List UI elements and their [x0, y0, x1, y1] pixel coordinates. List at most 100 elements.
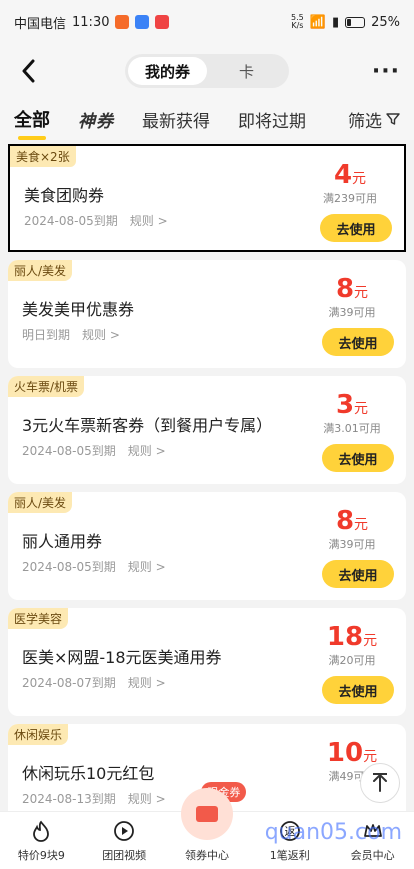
coupon-card[interactable]: 医学美容 医美×网盟-18元医美通用券 2024-08-07到期 规则 > 18…	[8, 608, 406, 716]
use-button[interactable]: 去使用	[322, 444, 394, 472]
use-button[interactable]: 去使用	[322, 328, 394, 356]
coupon-center-icon	[180, 788, 233, 840]
amount: 18	[326, 622, 364, 652]
tab-expiring[interactable]: 即将过期	[238, 107, 306, 132]
condition: 满39可用	[328, 538, 376, 551]
condition: 满3.01可用	[323, 422, 381, 435]
flame-icon	[29, 819, 53, 843]
nav-label: 领券中心	[184, 849, 229, 862]
coupon-meta: 2024-08-13到期 规则 >	[22, 790, 166, 807]
coupon-title: 丽人通用券	[22, 532, 103, 551]
segment-my-coupons[interactable]: 我的券	[128, 57, 207, 85]
clock: 11:30	[72, 14, 110, 30]
segment-cards[interactable]: 卡	[207, 57, 286, 85]
back-to-top-button[interactable]	[360, 763, 400, 803]
nav-item-video[interactable]: 团团视频	[83, 812, 166, 869]
filter-label: 筛选	[348, 111, 382, 132]
expiry-date: 2024-08-05到期	[22, 560, 116, 574]
expiry-date: 2024-08-05到期	[24, 214, 118, 228]
condition: 满20可用	[328, 654, 376, 667]
app-icon	[135, 15, 150, 29]
coupon-title: 休闲玩乐10元红包	[22, 764, 155, 783]
nav-label: 团团视频	[102, 849, 147, 862]
coupon-meta: 2024-08-07到期 规则 >	[22, 674, 166, 691]
amount: 3	[335, 390, 355, 420]
nav-item-deals[interactable]: 特价9块9	[0, 812, 83, 869]
category-tag: 休闲娱乐	[8, 724, 69, 745]
amount: 8	[335, 506, 355, 536]
condition: 满39可用	[328, 306, 376, 319]
funnel-icon	[386, 113, 400, 125]
nav-label: 1笔返利	[269, 849, 310, 862]
category-tag: 医学美容	[8, 608, 69, 629]
coupon-list: 美食×2张 美食团购券 2024-08-05到期 规则 > 4元 满239可用 …	[0, 140, 414, 832]
network-speed: 5.5 K/s	[291, 13, 304, 30]
amount: 10	[326, 738, 364, 768]
coupon-meta: 明日到期 规则 >	[22, 326, 120, 343]
coupon-price: 3元 满3.01可用	[312, 390, 392, 436]
back-button[interactable]	[14, 56, 44, 86]
rules-link[interactable]: 规则 >	[128, 558, 166, 575]
use-button[interactable]: 去使用	[322, 560, 394, 588]
segment-control: 我的券 卡	[125, 54, 289, 88]
unit: 元	[354, 517, 369, 533]
more-button[interactable]: ···	[372, 59, 400, 84]
category-tag: 美食×2张	[10, 146, 76, 167]
battery-level: 25%	[371, 14, 400, 30]
use-button[interactable]: 去使用	[320, 214, 392, 242]
rules-link[interactable]: 规则 >	[128, 674, 166, 691]
expiry-date: 2024-08-13到期	[22, 792, 116, 806]
rules-link[interactable]: 规则 >	[130, 212, 168, 229]
unit: 元	[363, 633, 378, 649]
tab-latest[interactable]: 最新获得	[142, 107, 210, 132]
unit: 元	[354, 285, 369, 301]
expiry-date: 2024-08-07到期	[22, 676, 116, 690]
filter-button[interactable]: 筛选	[348, 107, 400, 132]
battery-icon	[345, 16, 366, 28]
wifi-icon: 📶	[309, 14, 326, 30]
coupon-card[interactable]: 丽人/美发 美发美甲优惠券 明日到期 规则 > 8元 满39可用 去使用	[8, 260, 406, 368]
coupon-title: 医美×网盟-18元医美通用券	[22, 648, 222, 667]
bottom-nav: 特价9块9 团团视频 现金券 领券中心 返 1笔返利 会员中心 quan05.c…	[0, 782, 414, 869]
coupon-meta: 2024-08-05到期 规则 >	[24, 212, 168, 229]
arrow-up-icon	[373, 773, 387, 792]
coupon-price: 18元 满20可用	[312, 622, 392, 668]
nav-label: 特价9块9	[17, 849, 65, 862]
coupon-card[interactable]: 丽人/美发 丽人通用券 2024-08-05到期 规则 > 8元 满39可用 去…	[8, 492, 406, 600]
nav-item-coupon-center[interactable]: 现金券 领券中心	[166, 782, 249, 869]
expiry-date: 2024-08-05到期	[22, 444, 116, 458]
category-tag: 丽人/美发	[8, 260, 73, 281]
coupon-title: 3元火车票新客券（到餐用户专属）	[22, 416, 273, 435]
coupon-card[interactable]: 美食×2张 美食团购券 2024-08-05到期 规则 > 4元 满239可用 …	[8, 144, 406, 252]
category-tag: 火车票/机票	[8, 376, 85, 397]
tab-shenquan[interactable]: 神券	[78, 107, 114, 132]
coupon-price: 8元 满39可用	[312, 274, 392, 320]
filter-tabs: 全部 神券 最新获得 即将过期 筛选	[0, 98, 414, 140]
amount: 8	[335, 274, 355, 304]
carrier: 中国电信	[14, 16, 67, 32]
coupon-card[interactable]: 火车票/机票 3元火车票新客券（到餐用户专属） 2024-08-05到期 规则 …	[8, 376, 406, 484]
coupon-meta: 2024-08-05到期 规则 >	[22, 442, 166, 459]
tab-all[interactable]: 全部	[14, 106, 50, 140]
condition: 满239可用	[323, 192, 377, 205]
coupon-meta: 2024-08-05到期 规则 >	[22, 558, 166, 575]
app-icon	[155, 15, 170, 29]
top-nav: 我的券 卡 ···	[0, 44, 414, 98]
coupon-price: 4元 满239可用	[310, 160, 390, 206]
rules-link[interactable]: 规则 >	[82, 326, 120, 343]
unit: 元	[354, 401, 369, 417]
category-tag: 丽人/美发	[8, 492, 73, 513]
rules-link[interactable]: 规则 >	[128, 442, 166, 459]
use-button[interactable]: 去使用	[322, 676, 394, 704]
app-icon	[115, 15, 130, 29]
unit: 元	[352, 171, 367, 187]
coupon-title: 美发美甲优惠券	[22, 300, 135, 319]
rules-link[interactable]: 规则 >	[128, 790, 166, 807]
signal-icon: ▮	[331, 14, 340, 30]
play-icon	[112, 819, 136, 843]
watermark: quan05.com	[264, 820, 402, 845]
coupon-title: 美食团购券	[24, 186, 105, 205]
status-bar: 中国电信 11:30 5.5 K/s 📶 ▮ 25%	[0, 0, 414, 44]
expiry-date: 明日到期	[22, 328, 71, 342]
nav-label: 会员中心	[350, 849, 395, 862]
